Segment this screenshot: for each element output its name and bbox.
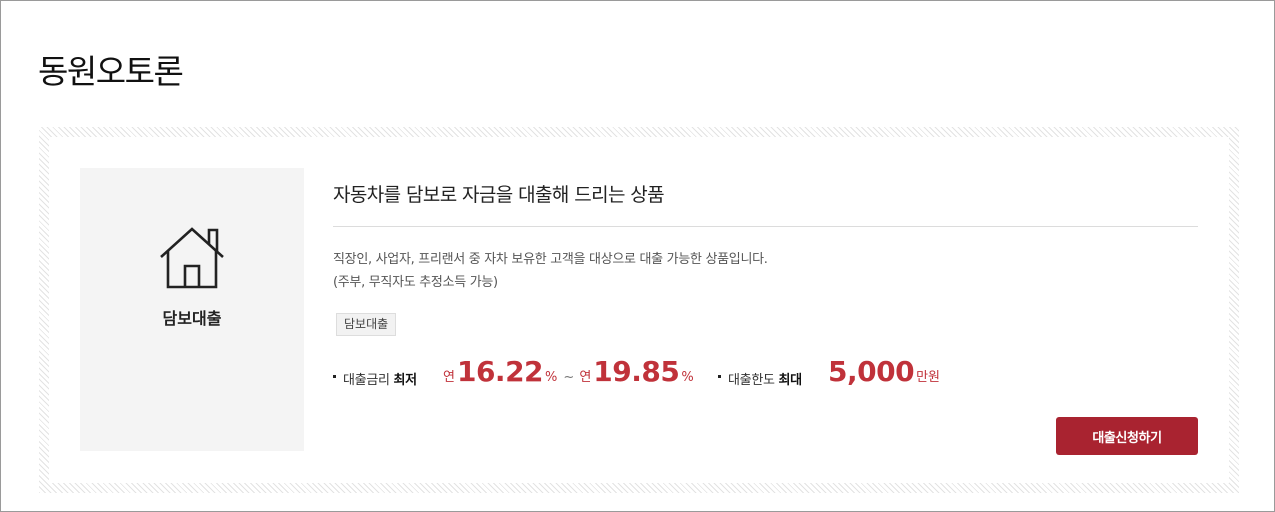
bullet-icon bbox=[333, 375, 336, 378]
description-line-1: 직장인, 사업자, 프리랜서 중 자차 보유한 고객을 대상으로 대출 가능한 … bbox=[333, 252, 768, 267]
product-headline: 자동차를 담보로 자금을 대출해 드리는 상품 bbox=[333, 184, 665, 206]
rate-values: 연 16.22 % ~ 연 19.85 % bbox=[443, 355, 694, 388]
rate-separator: ~ bbox=[563, 370, 575, 385]
product-description: 직장인, 사업자, 프리랜서 중 자차 보유한 고객을 대상으로 대출 가능한 … bbox=[333, 248, 768, 294]
page-frame: 동원오토론 담보대출 자동차를 담보로 자금을 대출해 드리는 상품 직장인, … bbox=[0, 0, 1275, 512]
limit-label: 대출한도 최대 bbox=[728, 373, 802, 388]
limit-values: 5,000 만원 bbox=[828, 355, 940, 388]
divider bbox=[333, 226, 1198, 227]
product-tag: 담보대출 bbox=[336, 313, 397, 336]
product-thumbnail: 담보대출 bbox=[80, 168, 304, 451]
product-card: 담보대출 자동차를 담보로 자금을 대출해 드리는 상품 직장인, 사업자, 프… bbox=[49, 137, 1229, 483]
rate-max-unit: % bbox=[681, 370, 694, 385]
rate-max-value: 19.85 bbox=[593, 355, 680, 388]
rate-min-prefix: 연 bbox=[443, 370, 455, 385]
product-info: 자동차를 담보로 자금을 대출해 드리는 상품 직장인, 사업자, 프리랜서 중… bbox=[333, 168, 1198, 455]
rate-max-prefix: 연 bbox=[579, 370, 592, 385]
rate-min-value: 16.22 bbox=[456, 355, 544, 388]
product-card-border: 담보대출 자동차를 담보로 자금을 대출해 드리는 상품 직장인, 사업자, 프… bbox=[39, 127, 1239, 493]
apply-loan-button[interactable]: 대출신청하기 bbox=[1056, 417, 1198, 455]
limit-unit: 만원 bbox=[916, 370, 940, 385]
limit-value: 5,000 bbox=[828, 355, 915, 388]
bullet-icon bbox=[718, 375, 721, 378]
house-icon bbox=[160, 227, 224, 289]
rate-label: 대출금리 최저 bbox=[343, 373, 417, 388]
description-line-2: (주부, 무직자도 추정소득 가능) bbox=[333, 275, 498, 290]
rate-min-unit: % bbox=[545, 370, 558, 385]
thumb-label: 담보대출 bbox=[162, 309, 222, 328]
page-title: 동원오토론 bbox=[38, 52, 184, 91]
product-stats: 대출금리 최저 연 16.22 % ~ 연 19.85 % 대출한도 최대 5,… bbox=[333, 355, 1198, 389]
